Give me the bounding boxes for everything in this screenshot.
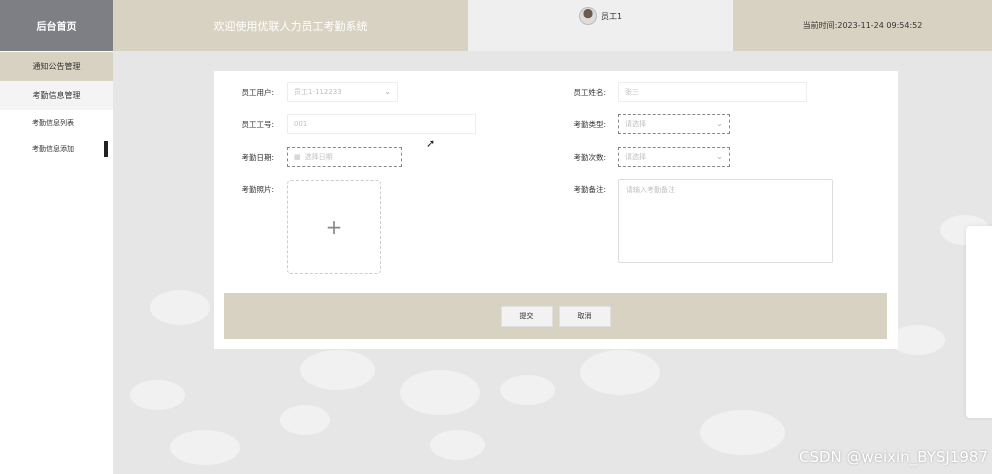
- form-card: 员工用户: 员工1-112233 ⌄ 员工姓名: 张三 员工工号: 001 考勤…: [214, 71, 898, 349]
- employee-no-field[interactable]: 001: [287, 114, 476, 134]
- time-label: 当前时间:: [802, 21, 838, 30]
- sidebar-item-notice[interactable]: 通知公告管理: [0, 52, 113, 81]
- employee-user-select[interactable]: 员工1-112233 ⌄: [287, 82, 398, 102]
- home-logo[interactable]: 后台首页: [0, 0, 113, 51]
- time-value: 2023-11-24 09:54:52: [837, 21, 923, 30]
- attendance-count-label: 考勤次数:: [573, 153, 606, 162]
- note-textarea[interactable]: 请输入考勤备注: [618, 179, 833, 263]
- photo-upload[interactable]: +: [287, 180, 381, 274]
- sidebar-subitem-attendance-list[interactable]: 考勤信息列表: [0, 110, 113, 136]
- bg-bubble: [700, 410, 785, 455]
- floating-side-panel[interactable]: [966, 226, 992, 418]
- attendance-type-placeholder: 请选择: [625, 120, 646, 128]
- sidebar-subitem-label: 考勤信息列表: [32, 119, 74, 127]
- employee-no-value: 001: [294, 120, 308, 128]
- chevron-down-icon: ⌄: [384, 87, 391, 96]
- sidebar-item-label: 通知公告管理: [32, 62, 81, 71]
- top-bar: 后台首页 欢迎使用优联人力员工考勤系统 员工1 当前时间: 2023-11-24…: [0, 0, 992, 51]
- employee-name-field[interactable]: 张三: [618, 82, 807, 102]
- attendance-type-select[interactable]: 请选择 ⌄: [618, 114, 730, 134]
- calendar-icon: ▦: [294, 153, 301, 161]
- active-marker: [104, 141, 108, 157]
- bg-bubble: [280, 405, 330, 435]
- employee-user-label: 员工用户:: [241, 88, 274, 97]
- attendance-date-label: 考勤日期:: [241, 153, 274, 162]
- bg-bubble: [500, 375, 555, 405]
- cancel-button[interactable]: 取消: [558, 305, 611, 327]
- sidebar-subitem-attendance-add[interactable]: 考勤信息添加: [0, 136, 113, 162]
- bg-bubble: [130, 380, 185, 410]
- attendance-date-picker[interactable]: ▦ 选择日期: [287, 147, 402, 167]
- mouse-cursor-icon: ➚: [426, 137, 436, 150]
- bg-bubble: [890, 325, 945, 355]
- plus-icon: +: [325, 215, 343, 239]
- chevron-down-icon: ⌄: [716, 152, 723, 161]
- employee-name-label: 员工姓名:: [573, 88, 606, 97]
- action-bar: 提交 取消: [224, 293, 887, 339]
- sidebar-item-label: 考勤信息管理: [32, 91, 81, 100]
- attendance-date-placeholder: 选择日期: [304, 153, 333, 161]
- user-box[interactable]: 员工1: [468, 0, 733, 51]
- bg-bubble: [150, 290, 210, 325]
- submit-button[interactable]: 提交: [500, 305, 553, 327]
- bg-bubble: [400, 370, 480, 415]
- bg-bubble: [430, 430, 485, 460]
- photo-label: 考勤照片:: [241, 185, 274, 194]
- employee-name-value: 张三: [625, 88, 639, 96]
- avatar[interactable]: [578, 7, 597, 25]
- username: 员工1: [600, 12, 623, 21]
- welcome-banner: 欢迎使用优联人力员工考勤系统: [113, 0, 468, 51]
- watermark: CSDN @weixin_BYSJ1987: [798, 448, 988, 466]
- attendance-type-label: 考勤类型:: [573, 120, 606, 129]
- bg-bubble: [170, 430, 240, 465]
- chevron-down-icon: ⌄: [716, 119, 723, 128]
- bg-bubble: [300, 350, 375, 390]
- attendance-count-placeholder: 请选择: [625, 153, 646, 161]
- sidebar: 通知公告管理 考勤信息管理 考勤信息列表 考勤信息添加: [0, 51, 113, 474]
- employee-no-label: 员工工号:: [241, 120, 274, 129]
- employee-user-value: 员工1-112233: [294, 88, 342, 96]
- sidebar-item-attendance[interactable]: 考勤信息管理: [0, 81, 113, 110]
- current-time: 当前时间: 2023-11-24 09:54:52: [733, 0, 992, 51]
- attendance-count-select[interactable]: 请选择 ⌄: [618, 147, 730, 167]
- bg-bubble: [580, 350, 660, 395]
- sidebar-subitem-label: 考勤信息添加: [32, 145, 74, 153]
- note-label: 考勤备注:: [573, 185, 606, 194]
